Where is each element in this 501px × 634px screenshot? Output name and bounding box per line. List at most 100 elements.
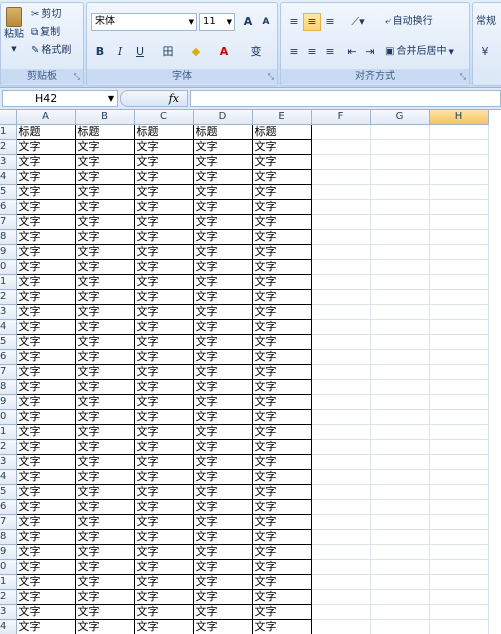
cell[interactable] — [311, 289, 371, 305]
cell[interactable]: 文字 — [15, 529, 76, 545]
cell[interactable]: 文字 — [251, 184, 312, 200]
cell[interactable]: 文字 — [74, 214, 135, 230]
cell[interactable]: 文字 — [192, 484, 253, 500]
cell[interactable] — [370, 514, 430, 530]
cell[interactable]: 文字 — [15, 574, 76, 590]
cell[interactable] — [429, 439, 489, 455]
dialog-launcher-icon[interactable]: ⤡ — [74, 72, 80, 82]
row-header[interactable]: 0 — [0, 259, 17, 275]
cell[interactable] — [370, 154, 430, 170]
cell[interactable]: 文字 — [15, 184, 76, 200]
cell[interactable] — [370, 124, 430, 140]
phonetic-button[interactable]: 变 — [247, 43, 265, 61]
cell[interactable]: 文字 — [133, 379, 194, 395]
name-box[interactable]: H42 ▼ — [2, 90, 118, 107]
cell[interactable]: 文字 — [74, 619, 135, 634]
cell[interactable]: 文字 — [15, 409, 76, 425]
column-header[interactable]: E — [252, 110, 312, 125]
cell[interactable] — [370, 244, 430, 260]
wrap-text-button[interactable]: ⤶ 自动换行 — [385, 13, 433, 31]
cell[interactable]: 文字 — [15, 454, 76, 470]
cell[interactable]: 文字 — [133, 589, 194, 605]
cell[interactable]: 文字 — [192, 424, 253, 440]
cell[interactable] — [429, 499, 489, 515]
cell[interactable]: 文字 — [15, 619, 76, 634]
cell[interactable] — [311, 319, 371, 335]
cell[interactable] — [311, 574, 371, 590]
cell[interactable] — [311, 559, 371, 575]
cell[interactable]: 文字 — [133, 139, 194, 155]
cell[interactable]: 文字 — [74, 409, 135, 425]
cut-button[interactable]: ✂ 剪切 — [31, 6, 61, 24]
cell[interactable] — [429, 319, 489, 335]
cell[interactable] — [311, 589, 371, 605]
format-painter-button[interactable]: ✎ 格式刷 — [31, 42, 71, 60]
cell[interactable] — [311, 619, 371, 634]
cell[interactable] — [429, 304, 489, 320]
cell[interactable] — [311, 274, 371, 290]
cell[interactable]: 文字 — [74, 469, 135, 485]
cell[interactable]: 文字 — [15, 229, 76, 245]
cell[interactable]: 文字 — [133, 604, 194, 620]
cell[interactable] — [429, 184, 489, 200]
row-header[interactable]: 5 — [0, 184, 17, 200]
cell[interactable]: 文字 — [251, 589, 312, 605]
cell[interactable]: 文字 — [15, 379, 76, 395]
cell[interactable] — [370, 274, 430, 290]
cell[interactable]: 文字 — [251, 499, 312, 515]
cell[interactable] — [429, 484, 489, 500]
cell[interactable]: 文字 — [74, 364, 135, 380]
cell[interactable]: 文字 — [133, 289, 194, 305]
cell[interactable]: 文字 — [251, 409, 312, 425]
cell[interactable]: 文字 — [251, 544, 312, 560]
column-header[interactable]: A — [16, 110, 76, 125]
cell[interactable]: 文字 — [192, 304, 253, 320]
cell[interactable]: 文字 — [251, 439, 312, 455]
cell[interactable]: 文字 — [133, 199, 194, 215]
cell[interactable]: 文字 — [192, 244, 253, 260]
cell[interactable] — [429, 574, 489, 590]
cell[interactable] — [429, 394, 489, 410]
align-left-button[interactable]: ≡ — [285, 43, 303, 61]
cell[interactable]: 标题 — [74, 124, 135, 140]
font-name-select[interactable]: 宋体 ▼ — [91, 13, 197, 31]
align-right-button[interactable]: ≡ — [321, 43, 339, 61]
cell[interactable] — [429, 379, 489, 395]
row-header[interactable]: 8 — [0, 529, 17, 545]
cell[interactable] — [370, 169, 430, 185]
cell[interactable]: 文字 — [192, 334, 253, 350]
cell[interactable]: 文字 — [74, 559, 135, 575]
row-header[interactable]: 3 — [0, 304, 17, 320]
cell[interactable]: 文字 — [251, 169, 312, 185]
cell[interactable] — [429, 424, 489, 440]
cell[interactable]: 文字 — [133, 469, 194, 485]
cell[interactable] — [370, 379, 430, 395]
cell[interactable]: 文字 — [15, 244, 76, 260]
cell[interactable] — [429, 229, 489, 245]
cell[interactable]: 文字 — [192, 589, 253, 605]
cell[interactable] — [370, 559, 430, 575]
cell[interactable] — [311, 184, 371, 200]
cell[interactable]: 文字 — [133, 274, 194, 290]
cell[interactable]: 文字 — [192, 574, 253, 590]
cell[interactable]: 文字 — [15, 514, 76, 530]
cell[interactable]: 文字 — [74, 259, 135, 275]
cell[interactable]: 文字 — [15, 199, 76, 215]
cell[interactable]: 文字 — [192, 514, 253, 530]
cell[interactable] — [311, 124, 371, 140]
cell[interactable]: 文字 — [15, 424, 76, 440]
number-format-select[interactable]: 常规 — [476, 13, 496, 31]
cell[interactable]: 文字 — [15, 214, 76, 230]
cell[interactable] — [311, 394, 371, 410]
cell[interactable]: 文字 — [74, 274, 135, 290]
row-header[interactable]: 3 — [0, 454, 17, 470]
row-header[interactable]: 2 — [0, 289, 17, 305]
cell[interactable] — [370, 439, 430, 455]
cell[interactable]: 文字 — [192, 394, 253, 410]
cell[interactable] — [370, 424, 430, 440]
cell[interactable] — [429, 364, 489, 380]
cell[interactable]: 文字 — [15, 259, 76, 275]
cell[interactable]: 文字 — [133, 559, 194, 575]
column-header[interactable]: H — [429, 110, 489, 125]
cell[interactable]: 文字 — [192, 409, 253, 425]
